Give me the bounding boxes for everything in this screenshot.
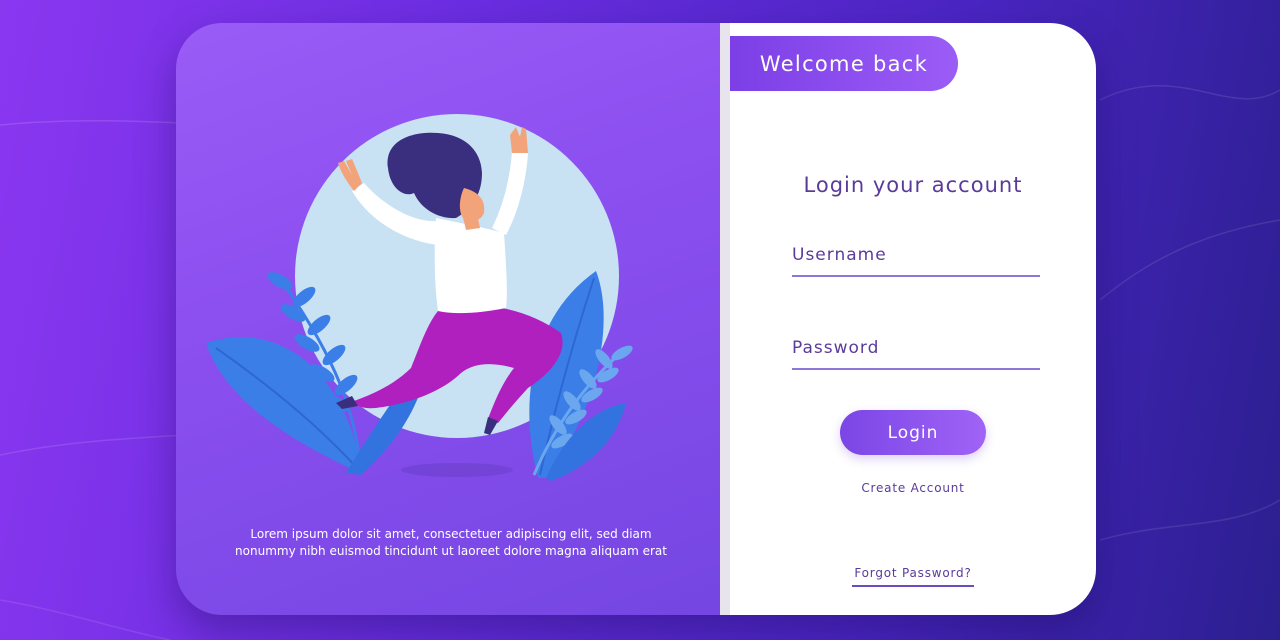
- login-title: Login your account: [803, 173, 1023, 197]
- welcome-text: Welcome back: [759, 51, 929, 76]
- ground-shadow: [401, 463, 513, 477]
- right-panel: Welcome back Login your account Login Cr…: [730, 23, 1096, 615]
- username-input[interactable]: [792, 235, 1040, 275]
- password-input[interactable]: [792, 328, 1040, 368]
- create-account-link[interactable]: Create Account: [730, 481, 1096, 495]
- panel-divider: [720, 23, 730, 615]
- forgot-password-link[interactable]: Forgot Password?: [852, 566, 974, 587]
- caption-line-1: Lorem ipsum dolor sit amet, consectetuer…: [250, 527, 652, 541]
- password-field: [792, 328, 1040, 370]
- caption-line-2: nonummy nibh euismod tincidunt ut laoree…: [235, 543, 667, 558]
- woman-jumping-illustration: [206, 114, 633, 481]
- login-button[interactable]: Login: [840, 410, 986, 455]
- left-panel: Lorem ipsum dolor sit amet, consectetuer…: [176, 23, 720, 615]
- welcome-banner: Welcome back: [730, 36, 958, 91]
- username-field: [792, 235, 1040, 277]
- caption-text: Lorem ipsum dolor sit amet, consectetuer…: [206, 526, 696, 559]
- login-card: Lorem ipsum dolor sit amet, consectetuer…: [176, 23, 1096, 615]
